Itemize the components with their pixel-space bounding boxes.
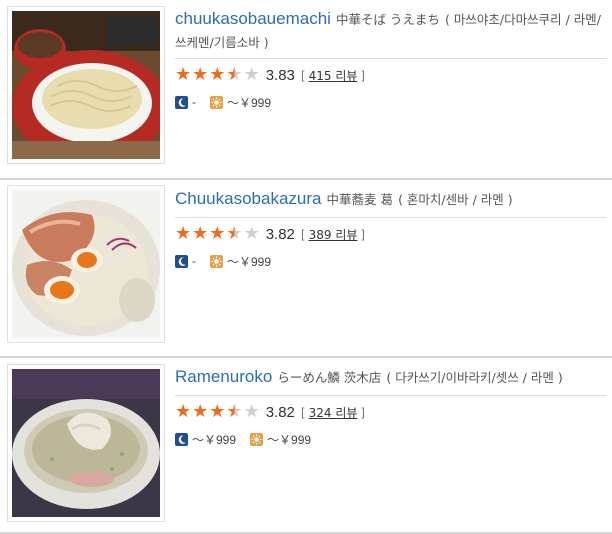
restaurant-name-jp: 中華そば うえまち xyxy=(335,12,440,27)
review-bracket-close: ] xyxy=(360,68,366,83)
restaurant-photo-link[interactable] xyxy=(7,364,165,522)
price-row: - ～￥999 xyxy=(175,94,271,110)
divider xyxy=(175,58,607,59)
restaurant-category-open: ( xyxy=(445,12,454,27)
restaurant-photo-link[interactable] xyxy=(7,6,165,164)
star-full-icon: ★ xyxy=(192,223,209,244)
star-empty-icon: ★ xyxy=(243,223,260,244)
price-row: - ～￥999 xyxy=(175,253,271,269)
moon-icon xyxy=(175,95,188,109)
divider xyxy=(175,395,607,396)
star-rating: ★ ★ ★ ★ ★ xyxy=(175,403,260,421)
restaurant-name-link[interactable]: Chuukasobakazura xyxy=(175,189,321,208)
restaurant-category-close: ) xyxy=(553,370,563,385)
restaurant-categories: 다카쓰기/이바라키/셋쓰 / 라멘 xyxy=(395,370,554,385)
restaurant-photo xyxy=(12,11,160,159)
price-row: ～￥999 ～￥999 xyxy=(175,431,311,447)
dinner-price: ～￥999 xyxy=(192,432,237,447)
sun-icon xyxy=(210,254,223,268)
sun-icon xyxy=(210,95,223,109)
restaurant-name-link[interactable]: Ramenuroko xyxy=(175,367,272,386)
restaurant-category-close: ) xyxy=(259,35,269,50)
lunch-price: ～￥999 xyxy=(267,432,312,447)
restaurant-category-open: ( xyxy=(386,370,396,385)
restaurant-card: chuukasobauemachi 中華そば うえまち ( 마쓰야초/다마쓰쿠리 … xyxy=(0,0,612,178)
restaurant-photo xyxy=(12,190,160,338)
review-bracket-open: [ xyxy=(300,405,306,420)
review-link[interactable]: 324 리뷰 xyxy=(309,406,358,420)
review-link[interactable]: 389 리뷰 xyxy=(309,228,358,242)
rating-score: 3.83 xyxy=(265,66,295,84)
review-link[interactable]: 415 리뷰 xyxy=(309,69,358,83)
rating-row: ★ ★ ★ ★ ★ 3.83 [415 리뷰] xyxy=(175,64,365,86)
review-bracket-open: [ xyxy=(300,227,306,242)
review-bracket-close: ] xyxy=(360,227,366,242)
rating-row: ★ ★ ★ ★ ★ 3.82 [324 리뷰] xyxy=(175,401,365,423)
star-empty-icon: ★ xyxy=(243,401,260,422)
restaurant-info: Ramenuroko らーめん鱗 茨木店 ( 다카쓰기/이바라키/셋쓰 / 라멘 … xyxy=(175,366,607,447)
star-full-icon: ★ xyxy=(192,64,209,85)
restaurant-info: Chuukasobakazura 中華蕎麦 葛 ( 혼마치/센바 / 라멘 ) ★… xyxy=(175,188,607,269)
restaurant-name-jp: らーめん鱗 茨木店 xyxy=(277,370,382,385)
star-full-icon: ★ xyxy=(209,64,226,85)
restaurant-category-open: ( xyxy=(398,192,407,207)
star-full-icon: ★ xyxy=(175,64,192,85)
sun-icon xyxy=(250,432,264,446)
restaurant-photo xyxy=(12,369,160,517)
restaurant-photo-link[interactable] xyxy=(7,185,165,343)
restaurant-card: Chuukasobakazura 中華蕎麦 葛 ( 혼마치/센바 / 라멘 ) ★… xyxy=(0,180,612,356)
star-full-icon: ★ xyxy=(175,401,192,422)
dinner-price: - xyxy=(192,254,196,268)
dinner-price: - xyxy=(192,95,196,109)
star-full-icon: ★ xyxy=(209,223,226,244)
restaurant-name-jp: 中華蕎麦 葛 xyxy=(326,192,393,207)
star-half-icon: ★ xyxy=(226,401,243,422)
restaurant-name-link[interactable]: chuukasobauemachi xyxy=(175,9,331,28)
restaurant-categories: 혼마치/센바 / 라멘 xyxy=(406,192,504,207)
review-count: [389 리뷰] xyxy=(301,226,365,243)
rating-score: 3.82 xyxy=(265,403,295,421)
review-bracket-close: ] xyxy=(360,405,366,420)
star-full-icon: ★ xyxy=(192,401,209,422)
moon-icon xyxy=(175,432,188,446)
star-rating: ★ ★ ★ ★ ★ xyxy=(175,66,260,84)
star-half-icon: ★ xyxy=(226,223,243,244)
rating-score: 3.82 xyxy=(265,225,295,243)
rating-row: ★ ★ ★ ★ ★ 3.82 [389 리뷰] xyxy=(175,223,365,245)
divider xyxy=(175,217,607,218)
star-empty-icon: ★ xyxy=(243,64,260,85)
review-count: [324 리뷰] xyxy=(301,404,365,421)
restaurant-category-close: ) xyxy=(503,192,513,207)
star-half-icon: ★ xyxy=(226,64,243,85)
review-bracket-open: [ xyxy=(300,68,306,83)
lunch-price: ～￥999 xyxy=(227,95,272,110)
restaurant-card: Ramenuroko らーめん鱗 茨木店 ( 다카쓰기/이바라키/셋쓰 / 라멘 … xyxy=(0,358,612,534)
moon-icon xyxy=(175,254,188,268)
restaurant-info: chuukasobauemachi 中華そば うえまち ( 마쓰야초/다마쓰쿠리 … xyxy=(175,8,607,110)
star-full-icon: ★ xyxy=(175,223,192,244)
star-rating: ★ ★ ★ ★ ★ xyxy=(175,225,260,243)
review-count: [415 리뷰] xyxy=(301,67,365,84)
lunch-price: ～￥999 xyxy=(227,254,272,269)
star-full-icon: ★ xyxy=(209,401,226,422)
